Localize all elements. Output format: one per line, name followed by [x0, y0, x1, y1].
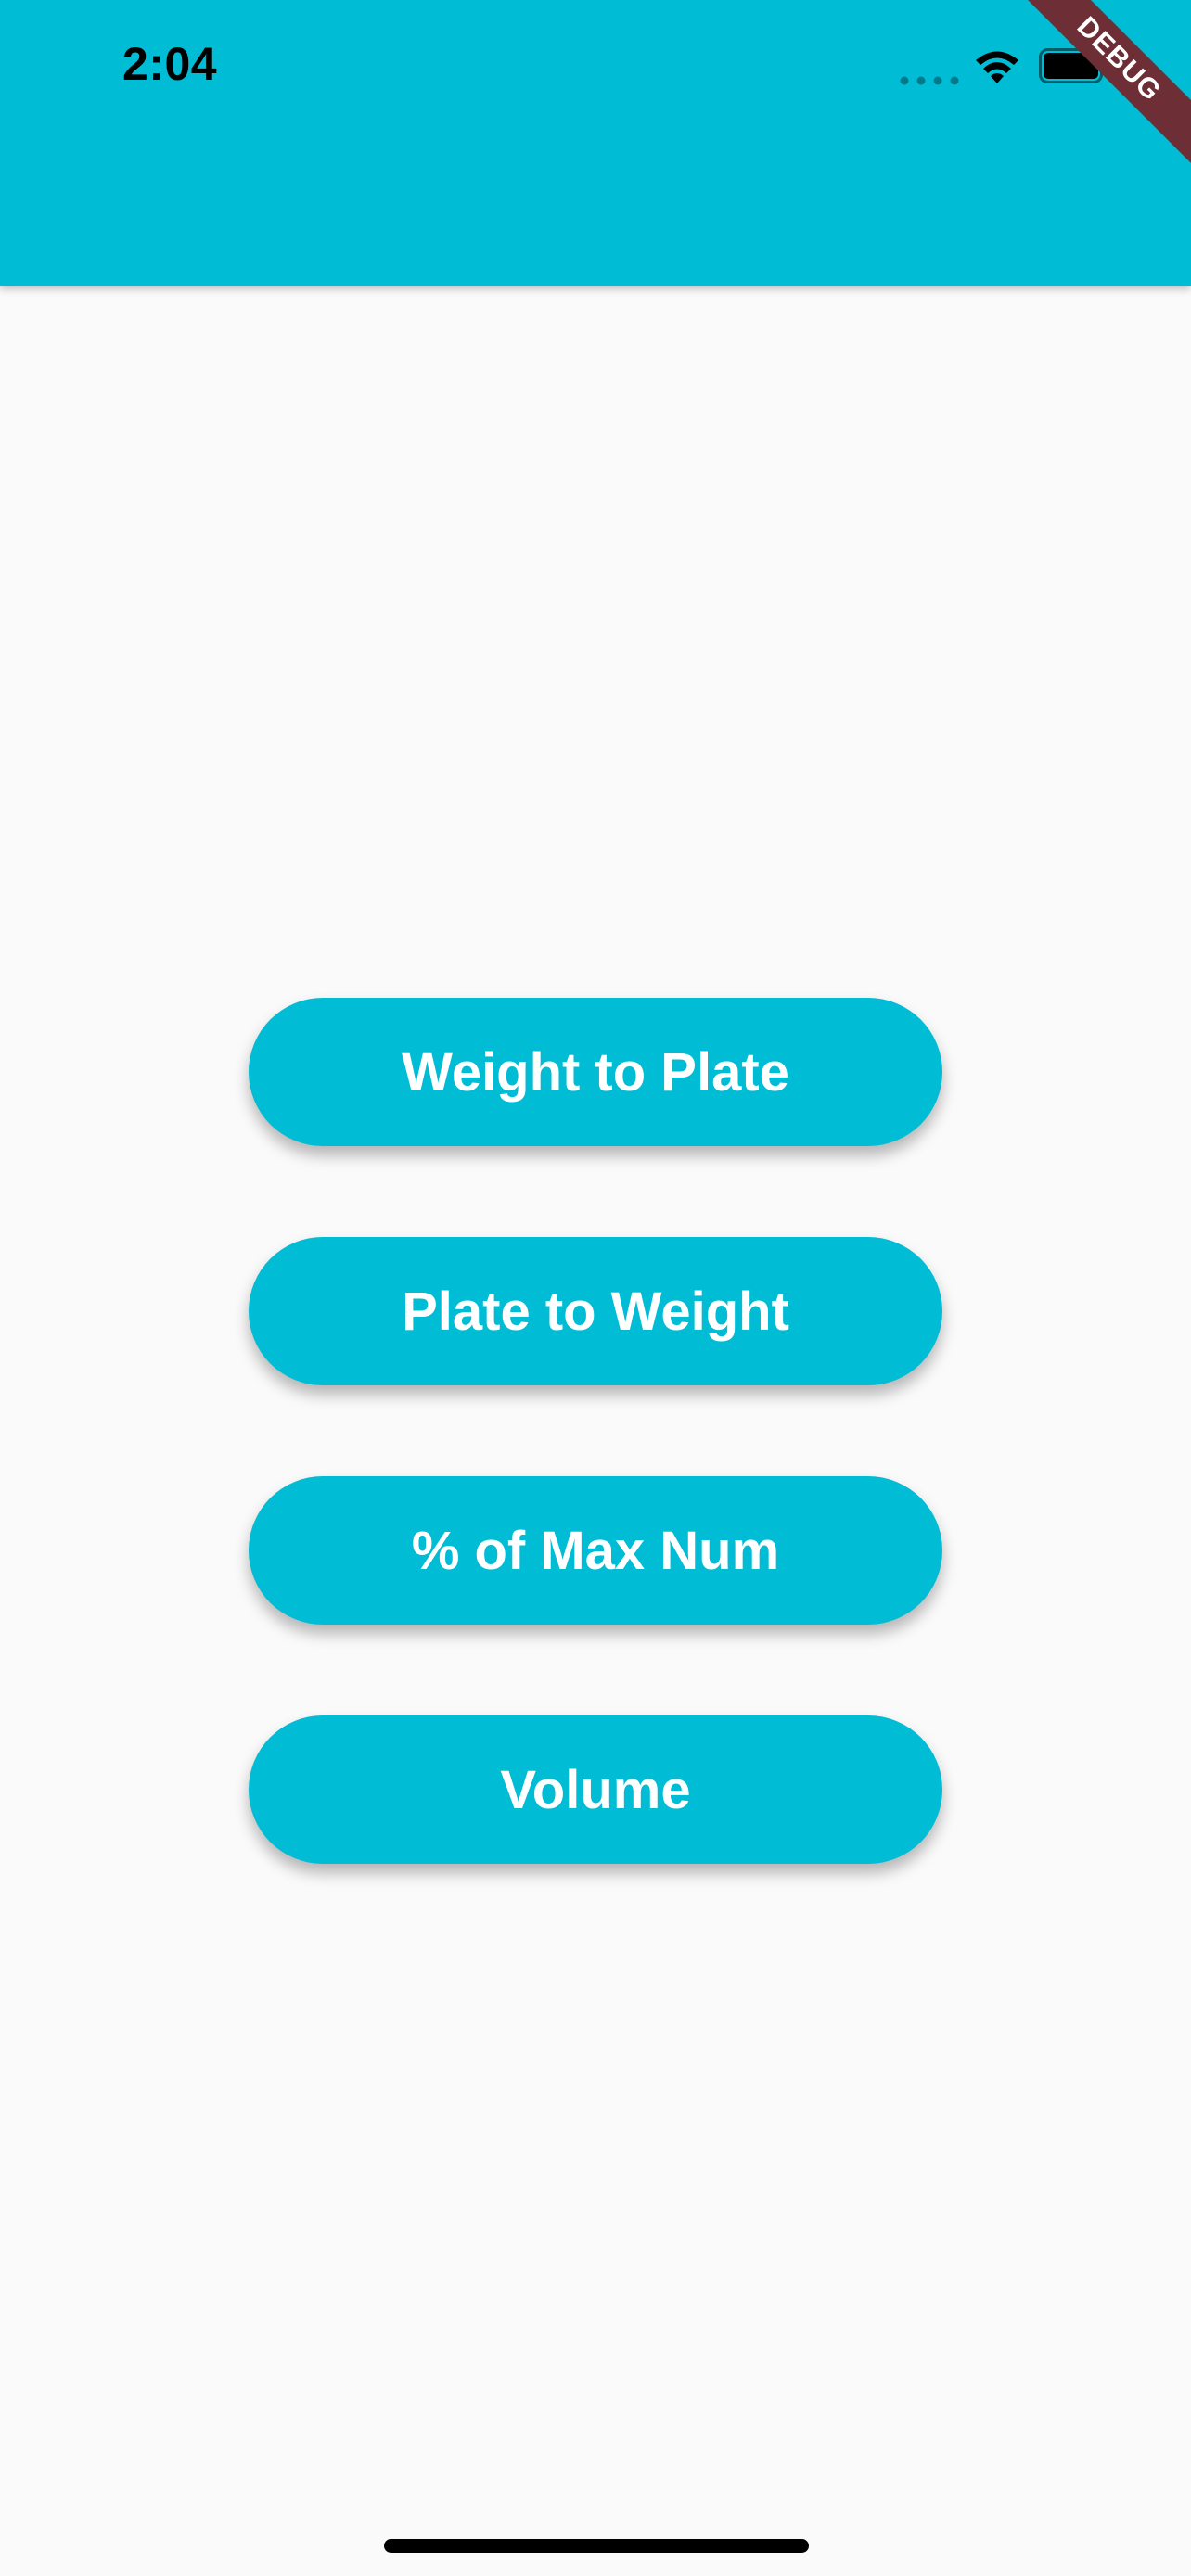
debug-banner-label: DEBUG: [1024, 0, 1191, 167]
plate-to-weight-button[interactable]: Plate to Weight: [249, 1237, 942, 1385]
signal-dots-icon: [900, 76, 959, 85]
debug-banner: DEBUG: [1024, 0, 1191, 167]
app-bar: 2:04: [0, 0, 1191, 286]
status-time: 2:04: [122, 38, 218, 90]
volume-button[interactable]: Volume: [249, 1715, 942, 1864]
percent-of-max-num-button[interactable]: % of Max Num: [249, 1476, 942, 1625]
weight-to-plate-button[interactable]: Weight to Plate: [249, 998, 942, 1146]
home-indicator[interactable]: [384, 2539, 809, 2553]
wifi-icon: [976, 51, 1018, 83]
